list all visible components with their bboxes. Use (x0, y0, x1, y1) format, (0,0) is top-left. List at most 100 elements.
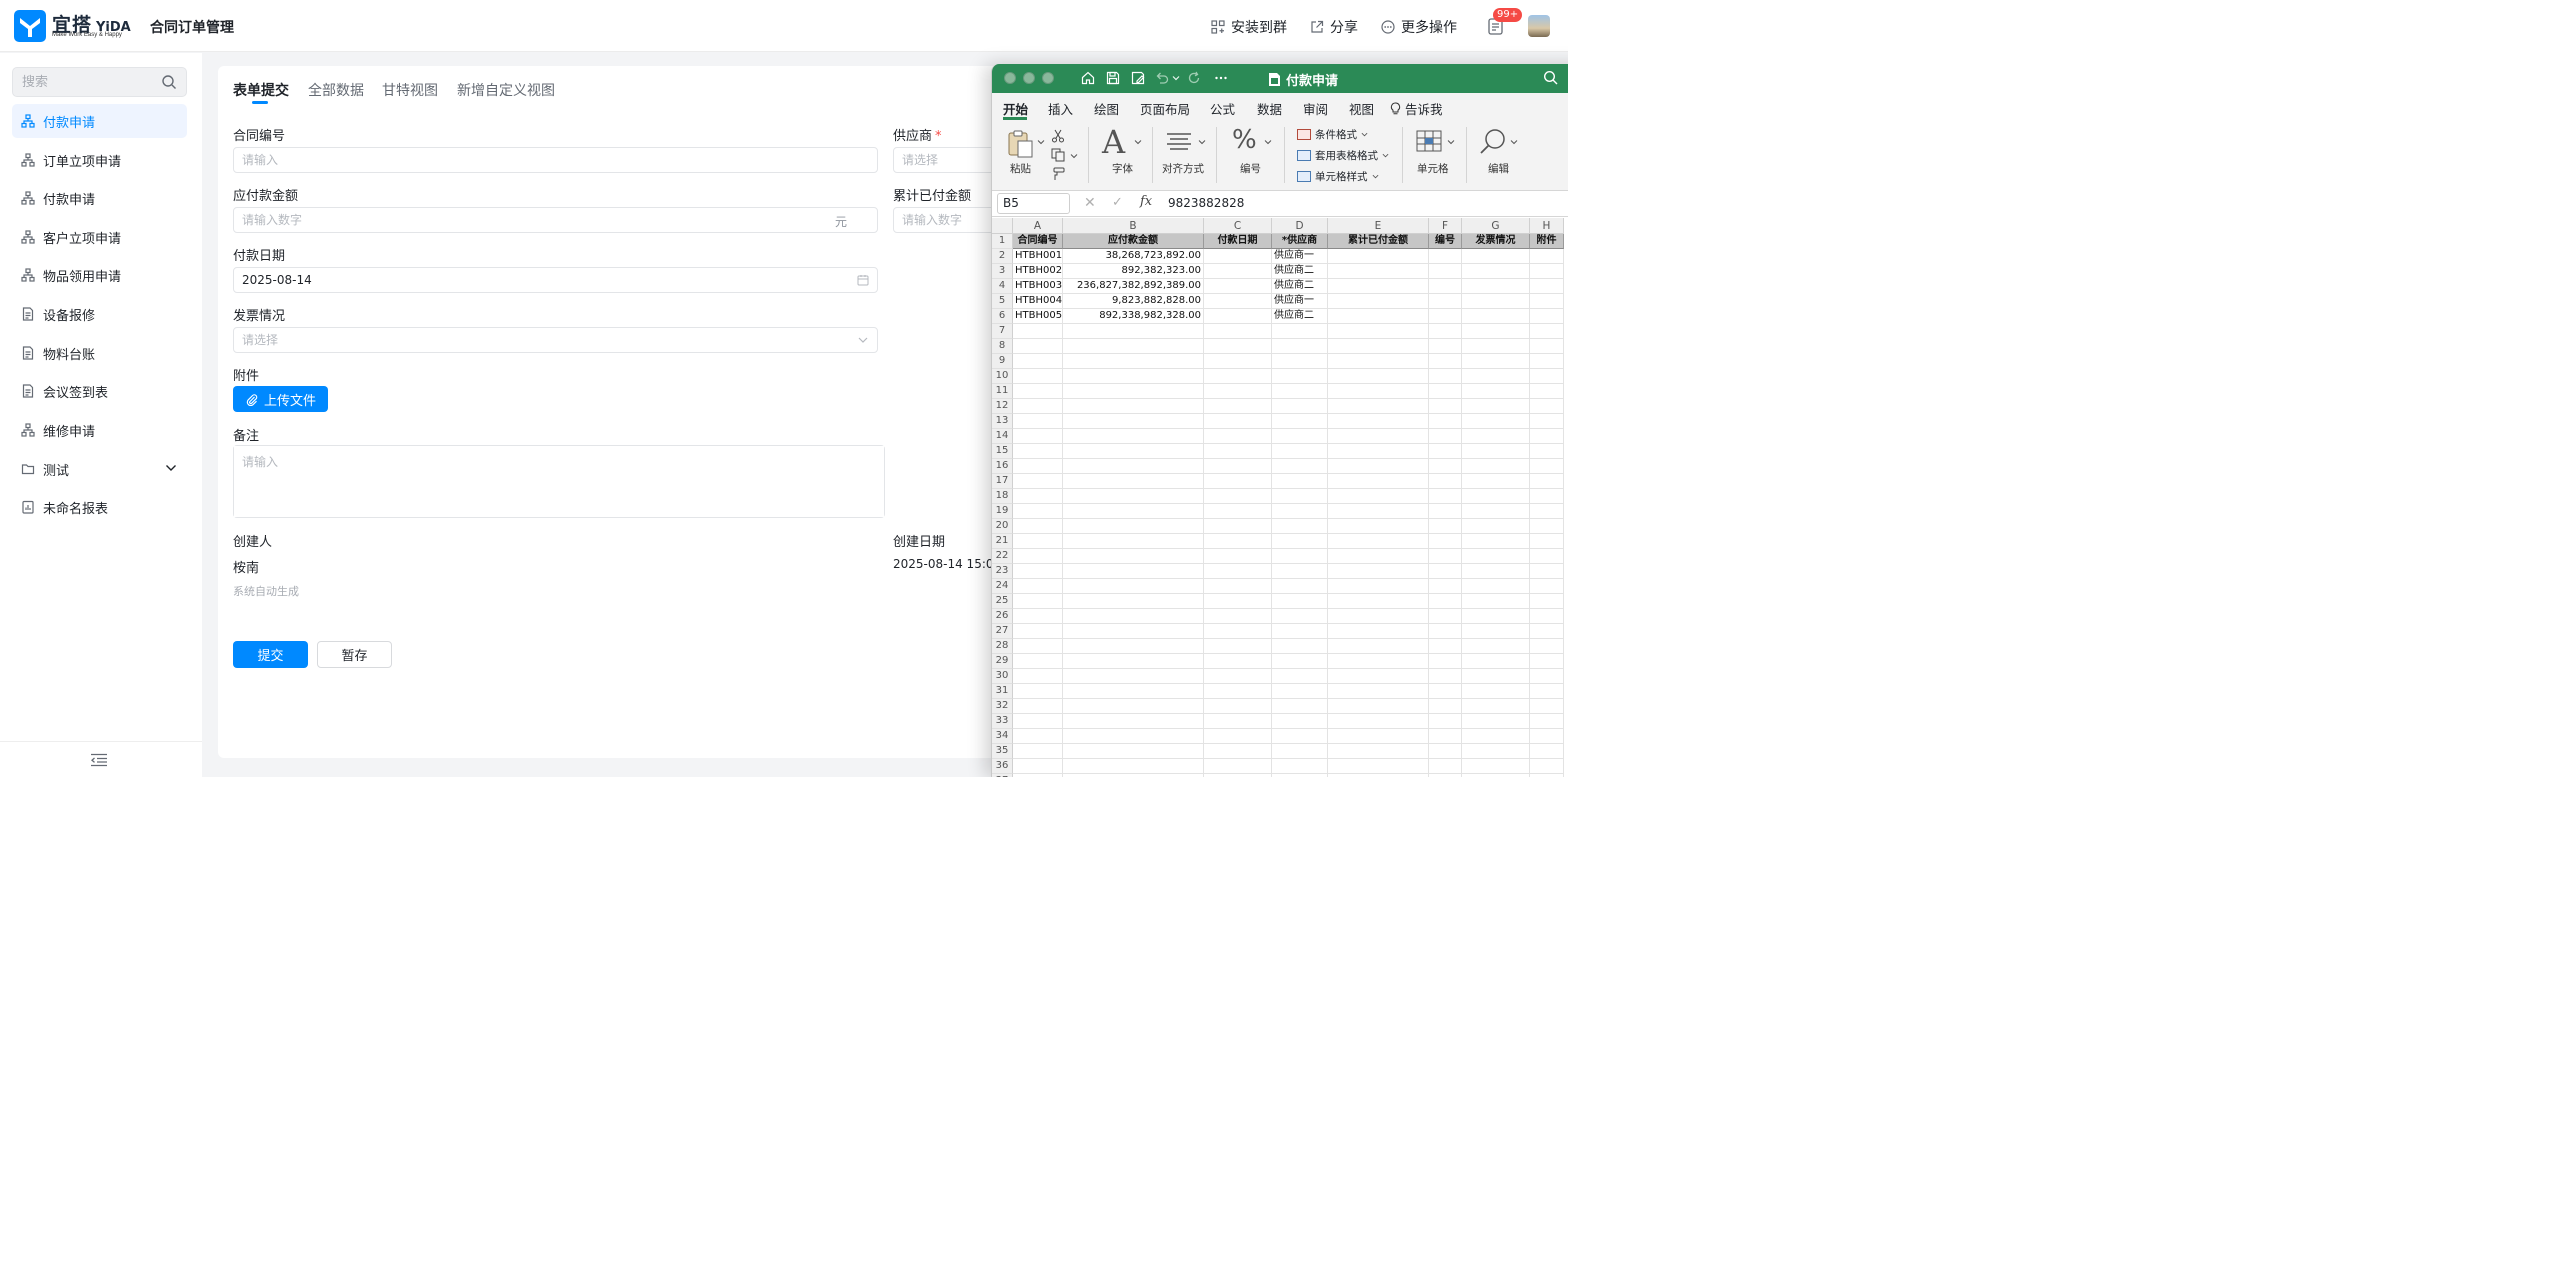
row-header[interactable]: 4 (992, 279, 1013, 294)
row-header[interactable]: 14 (992, 429, 1013, 444)
sheet-cell[interactable] (1328, 654, 1429, 669)
tab-add-custom-view[interactable]: 新增自定义视图 (457, 80, 555, 100)
formula-input[interactable]: 9823882828 (1168, 196, 1244, 210)
row-header[interactable]: 18 (992, 489, 1013, 504)
sheet-cell[interactable] (1272, 474, 1328, 489)
copy-icon[interactable] (1051, 148, 1065, 162)
sheet-cell[interactable]: 供应商一 (1272, 249, 1328, 264)
sheet-cell[interactable] (1013, 414, 1063, 429)
sheet-cell[interactable] (1328, 729, 1429, 744)
sheet-cell[interactable] (1013, 444, 1063, 459)
tab-all-data[interactable]: 全部数据 (308, 80, 364, 100)
row-header[interactable]: 5 (992, 294, 1013, 309)
sheet-cell[interactable] (1272, 564, 1328, 579)
sheet-cell[interactable] (1530, 249, 1564, 264)
sheet-cell[interactable] (1462, 324, 1530, 339)
save-icon[interactable] (1106, 71, 1120, 85)
sheet-cell[interactable] (1328, 429, 1429, 444)
sheet-cell[interactable] (1204, 249, 1272, 264)
sheet-cell[interactable] (1328, 414, 1429, 429)
chevron-down-icon[interactable] (1172, 71, 1180, 85)
sheet-cell[interactable] (1429, 564, 1462, 579)
sheet-cell[interactable] (1462, 354, 1530, 369)
sidebar-item-repair-request[interactable]: 维修申请 (12, 413, 187, 447)
sheet-cell[interactable] (1530, 279, 1564, 294)
sheet-cell[interactable] (1063, 459, 1204, 474)
cut-icon[interactable] (1051, 129, 1065, 143)
sheet-cell[interactable] (1462, 474, 1530, 489)
sheet-cell[interactable] (1013, 489, 1063, 504)
sheet-cell[interactable] (1272, 534, 1328, 549)
save-as-icon[interactable] (1131, 71, 1145, 85)
row-header[interactable]: 10 (992, 369, 1013, 384)
sheet-cell[interactable] (1530, 684, 1564, 699)
sheet-cell[interactable] (1530, 369, 1564, 384)
sheet-cell[interactable] (1272, 399, 1328, 414)
sheet-cell[interactable] (1272, 729, 1328, 744)
sheet-cell[interactable] (1462, 699, 1530, 714)
sheet-cell[interactable] (1013, 624, 1063, 639)
sheet-cell[interactable] (1272, 369, 1328, 384)
sheet-cell[interactable] (1204, 519, 1272, 534)
sheet-cell[interactable] (1063, 384, 1204, 399)
sheet-cell[interactable] (1462, 669, 1530, 684)
sheet-cell[interactable] (1462, 744, 1530, 759)
sheet-cell[interactable] (1530, 444, 1564, 459)
sheet-cell[interactable] (1429, 714, 1462, 729)
sheet-cell[interactable] (1272, 384, 1328, 399)
calendar-icon[interactable] (857, 274, 869, 286)
sheet-cell[interactable] (1462, 714, 1530, 729)
sheet-cell[interactable] (1272, 609, 1328, 624)
sheet-cell[interactable] (1204, 354, 1272, 369)
row-header[interactable]: 13 (992, 414, 1013, 429)
sheet-cell[interactable] (1272, 444, 1328, 459)
row-header[interactable]: 28 (992, 639, 1013, 654)
sheet-cell[interactable] (1204, 564, 1272, 579)
sheet-cell[interactable] (1328, 354, 1429, 369)
sheet-cell[interactable] (1328, 489, 1429, 504)
sheet-cell[interactable] (1272, 654, 1328, 669)
menu-draw[interactable]: 绘图 (1094, 99, 1119, 118)
sheet-cell[interactable] (1530, 579, 1564, 594)
sheet-cell[interactable] (1429, 534, 1462, 549)
sheet-cell[interactable] (1530, 624, 1564, 639)
chevron-down-icon[interactable] (1264, 138, 1272, 146)
more-icon[interactable] (1214, 71, 1228, 85)
sheet-cell[interactable] (1328, 744, 1429, 759)
sheet-cell[interactable] (1328, 609, 1429, 624)
sheet-cell[interactable] (1328, 549, 1429, 564)
sheet-cell[interactable] (1462, 654, 1530, 669)
row-header[interactable]: 19 (992, 504, 1013, 519)
sheet-cell[interactable]: 应付款金额 (1063, 234, 1204, 249)
sheet-cell[interactable] (1429, 684, 1462, 699)
sheet-cell[interactable] (1429, 504, 1462, 519)
sheet-cell[interactable] (1328, 669, 1429, 684)
row-header[interactable]: 8 (992, 339, 1013, 354)
menu-formulas[interactable]: 公式 (1210, 99, 1235, 118)
sheet-cell[interactable] (1530, 699, 1564, 714)
sheet-cell[interactable] (1013, 684, 1063, 699)
sheet-cell[interactable] (1204, 309, 1272, 324)
sheet-cell[interactable] (1462, 519, 1530, 534)
sheet-cell[interactable] (1272, 714, 1328, 729)
sheet-cell[interactable] (1013, 354, 1063, 369)
sheet-cell[interactable] (1063, 534, 1204, 549)
sheet-cell[interactable] (1204, 294, 1272, 309)
sheet-cell[interactable] (1272, 429, 1328, 444)
sheet-cell[interactable] (1429, 264, 1462, 279)
sheet-cell[interactable] (1063, 504, 1204, 519)
sheet-cell[interactable] (1429, 699, 1462, 714)
row-header[interactable]: 24 (992, 579, 1013, 594)
menu-page-layout[interactable]: 页面布局 (1140, 99, 1190, 118)
row-header[interactable]: 26 (992, 609, 1013, 624)
upload-file-button[interactable]: 上传文件 (233, 386, 328, 412)
sheet-cell[interactable] (1429, 609, 1462, 624)
sheet-cell[interactable] (1429, 474, 1462, 489)
find-icon[interactable] (1478, 127, 1508, 157)
sheet-cell[interactable] (1462, 579, 1530, 594)
sheet-cell[interactable] (1013, 459, 1063, 474)
sheet-cell[interactable]: 236,827,382,892,389.00 (1063, 279, 1204, 294)
sheet-cell[interactable] (1530, 264, 1564, 279)
submit-button[interactable]: 提交 (233, 641, 308, 668)
sheet-cell[interactable] (1530, 534, 1564, 549)
